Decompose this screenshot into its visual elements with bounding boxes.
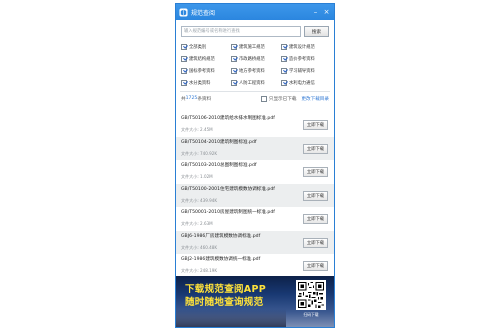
category-label: 建筑设计规范 [289,44,315,50]
only-downloaded-toggle[interactable]: 只显示已下载 [260,95,297,102]
checkbox-icon[interactable] [231,79,237,86]
change-download-dir-link[interactable]: 更改下载目录 [301,96,329,102]
download-button[interactable]: 立即下载 [303,261,328,271]
category-study[interactable]: 学习辅导资料 [281,67,331,74]
search-bar: 搜索 [176,20,334,41]
list-item: GB/T50001-2010房屋建筑制图统一标准.pdf 文件大小: 2.63M… [176,207,334,231]
city-skyline-image [176,309,286,327]
download-button[interactable]: 立即下载 [303,190,328,201]
category-municipal[interactable]: 市政路桥规范 [231,55,281,62]
banner-headline: 下载规范查阅APP [185,284,266,295]
qr-code-image [296,280,326,310]
download-button[interactable]: 立即下载 [303,167,328,177]
category-hydro-power[interactable]: 水利电力通信 [281,79,331,86]
app-download-banner[interactable]: 下载规范查阅APP 随时随地查询规范 扫码下载 [176,276,334,327]
checkbox-icon[interactable] [181,55,187,62]
list-item: GB/T50104-2010建筑制图标准.pdf 文件大小: 740.92K 立… [176,136,334,160]
checkbox-icon[interactable] [181,79,187,86]
list-item: GBJ6-1986厂房建筑模数协调标准.pdf 文件大小: 460.48K 立即… [176,230,334,254]
close-icon[interactable]: × [322,8,331,17]
file-list: GB/T50106-2010建筑给水排水制图标准.pdf 文件大小: 2.45M… [176,113,334,276]
window-title: 规范查阅 [191,9,216,17]
checkbox-icon[interactable] [181,43,187,50]
result-count: 1725 [185,96,198,101]
checkbox-icon[interactable] [281,55,287,62]
checkbox-icon[interactable] [231,43,237,50]
checkbox-icon[interactable] [281,67,287,74]
list-item: GB/T50100-2001住宅建筑模数协调标准.pdf 文件大小: 439.9… [176,183,334,207]
app-window: 规范查阅 – × 搜索 全部类别 建筑施工规范 建筑设计规范 建筑结构规范 市政… [175,3,335,328]
category-civil-defense[interactable]: 人防工程资料 [231,79,281,86]
title-bar[interactable]: 规范查阅 – × [176,4,334,20]
count-suffix: 条资料 [197,96,212,102]
search-input[interactable] [181,26,301,37]
checkbox-icon[interactable] [260,95,267,102]
category-design[interactable]: 建筑设计规范 [281,43,331,50]
category-national[interactable]: 国标参考资料 [181,67,231,74]
qr-code-icon [298,282,324,308]
download-button[interactable]: 立即下载 [303,143,328,154]
category-cost[interactable]: 造价参考资料 [281,55,331,62]
list-item: GB/T50106-2010建筑给水排水制图标准.pdf 文件大小: 2.45M… [176,113,334,137]
qr-caption: 扫码下载 [303,312,319,317]
download-button[interactable]: 立即下载 [303,120,328,130]
category-label: 人防工程资料 [239,80,265,86]
category-label: 全部类别 [189,44,207,50]
category-label: 建筑结构规范 [189,56,215,62]
category-label: 地方参考资料 [239,68,265,74]
banner-subline: 随时随地查询规范 [185,297,264,308]
category-label: 学习辅导资料 [289,68,315,74]
checkbox-icon[interactable] [231,67,237,74]
category-label: 建筑施工规范 [239,44,265,50]
download-button[interactable]: 立即下载 [303,214,328,224]
category-construction[interactable]: 建筑施工规范 [231,43,281,50]
list-item: GBJ2-1986建筑模数协调统一标准.pdf 文件大小: 248.19K 立即… [176,254,334,276]
category-local[interactable]: 地方参考资料 [231,67,281,74]
checkbox-icon[interactable] [281,43,287,50]
minimize-icon[interactable]: – [311,8,320,17]
checkbox-icon[interactable] [281,79,287,86]
category-label: 国标参考资料 [189,68,215,74]
app-logo-icon [179,7,188,17]
category-water[interactable]: 水分类资料 [181,79,231,86]
only-downloaded-label: 只显示已下载 [268,96,297,102]
category-filters: 全部类别 建筑施工规范 建筑设计规范 建筑结构规范 市政路桥规范 造价参考资料 … [176,41,334,86]
search-button[interactable]: 搜索 [304,26,329,37]
checkbox-icon[interactable] [181,67,187,74]
status-bar: 共 1725 条资料 只显示已下载 更改下载目录 [176,92,334,105]
list-item: GB/T50103-2010总图制图标准.pdf 文件大小: 1.02M 立即下… [176,160,334,184]
category-label: 造价参考资料 [289,56,315,62]
category-label: 市政路桥规范 [239,56,265,62]
download-button[interactable]: 立即下载 [303,237,328,248]
category-label: 水利电力通信 [289,80,315,86]
category-label: 水分类资料 [189,80,211,86]
category-all[interactable]: 全部类别 [181,43,231,50]
category-structure[interactable]: 建筑结构规范 [181,55,231,62]
checkbox-icon[interactable] [231,55,237,62]
